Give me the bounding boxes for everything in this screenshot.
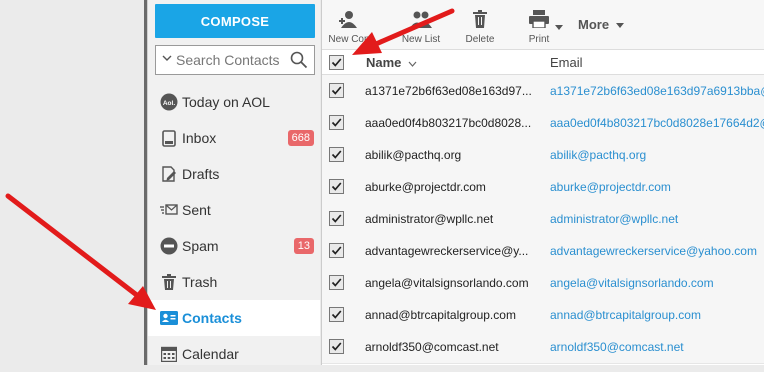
select-all-checkbox[interactable]	[329, 55, 344, 70]
spam-icon	[160, 237, 178, 255]
contact-name: angela@vitalsignsorlando.com	[365, 276, 529, 290]
search-icon[interactable]	[290, 51, 308, 72]
table-row[interactable]: a1371e72b6f63ed08e163d97... a1371e72b6f6…	[322, 75, 764, 108]
more-button[interactable]: More	[578, 17, 624, 32]
table-header: Name Email	[322, 50, 764, 75]
left-pane	[0, 0, 144, 365]
contact-email-link[interactable]: abilik@pacthq.org	[550, 148, 764, 162]
spam-count-badge: 13	[293, 238, 314, 254]
table-row[interactable]: aaa0ed0f4b803217bc0d8028... aaa0ed0f4b80…	[322, 107, 764, 140]
print-button[interactable]: Print	[526, 6, 552, 45]
contact-email-link[interactable]: aburke@projectdr.com	[550, 180, 764, 194]
print-options-chevron-icon[interactable]	[555, 18, 563, 33]
row-checkbox[interactable]	[329, 243, 344, 258]
contact-name: advantagewreckerservice@y...	[365, 244, 529, 258]
trash-icon	[463, 6, 497, 28]
row-checkbox[interactable]	[329, 83, 344, 98]
toolbar: New Con New List Delete Print More	[322, 0, 764, 50]
search-input[interactable]	[176, 50, 286, 70]
svg-text:Aol.: Aol.	[163, 100, 175, 107]
row-checkbox[interactable]	[329, 179, 344, 194]
table-row[interactable]: advantagewreckerservice@y... advantagewr…	[322, 235, 764, 268]
sidebar-item-label: Contacts	[182, 310, 242, 326]
new-list-button[interactable]: New List	[398, 6, 444, 45]
contact-name: administrator@wpllc.net	[365, 212, 494, 226]
add-contact-icon	[327, 6, 371, 28]
contact-email-link[interactable]: annad@btrcapitalgroup.com	[550, 308, 764, 322]
chevron-down-icon[interactable]	[162, 54, 172, 65]
name-column-header[interactable]: Name	[366, 55, 417, 70]
row-checkbox[interactable]	[329, 339, 344, 354]
sidebar-item-label: Drafts	[182, 166, 220, 182]
contact-email-link[interactable]: arnoldf350@comcast.net	[550, 340, 764, 354]
sort-chevron-icon	[408, 61, 417, 67]
sidebar-item-inbox[interactable]: Inbox 668	[148, 120, 320, 156]
sidebar-item-drafts[interactable]: Drafts	[148, 156, 320, 192]
contact-email-link[interactable]: advantagewreckerservice@yahoo.com	[550, 244, 764, 258]
aol-icon: Aol.	[160, 93, 178, 111]
contact-email-link[interactable]: a1371e72b6f63ed08e163d97a6913bba@	[550, 84, 764, 98]
contact-name: abilik@pacthq.org	[365, 148, 462, 162]
chevron-down-icon	[615, 23, 624, 29]
sidebar-item-trash[interactable]: Trash	[148, 264, 320, 300]
contact-email-link[interactable]: administrator@wpllc.net	[550, 212, 764, 226]
unread-count-badge: 668	[287, 130, 314, 146]
sidebar-item-spam[interactable]: Spam 13	[148, 228, 320, 264]
table-row[interactable]: aburke@projectdr.com aburke@projectdr.co…	[322, 171, 764, 204]
row-checkbox[interactable]	[329, 147, 344, 162]
table-row[interactable]: annad@btrcapitalgroup.com annad@btrcapit…	[322, 299, 764, 332]
trash-icon	[160, 273, 178, 291]
sidebar: COMPOSE Aol. Today on AOL Inbox 668 Draf…	[148, 0, 320, 365]
inbox-icon	[160, 129, 178, 147]
row-checkbox[interactable]	[329, 307, 344, 322]
contact-name: annad@btrcapitalgroup.com	[365, 308, 516, 322]
contacts-icon	[160, 309, 178, 327]
printer-icon	[526, 6, 552, 28]
sidebar-item-label: Inbox	[182, 130, 217, 146]
contact-name: aburke@projectdr.com	[365, 180, 486, 194]
sidebar-item-label: Spam	[182, 238, 219, 254]
sidebar-item-label: Today on AOL	[182, 94, 270, 110]
table-row[interactable]: administrator@wpllc.net administrator@wp…	[322, 203, 764, 236]
delete-button[interactable]: Delete	[463, 6, 497, 45]
search-box[interactable]	[155, 45, 315, 75]
sidebar-item-label: Sent	[182, 202, 211, 218]
calendar-icon	[160, 345, 178, 363]
contact-name: aaa0ed0f4b803217bc0d8028...	[365, 116, 532, 130]
sidebar-item-label: Calendar	[182, 346, 239, 362]
table-row[interactable]: arnoldf350@comcast.net arnoldf350@comcas…	[322, 331, 764, 364]
table-row[interactable]: angela@vitalsignsorlando.com angela@vita…	[322, 267, 764, 300]
row-checkbox[interactable]	[329, 275, 344, 290]
drafts-icon	[160, 165, 178, 183]
row-checkbox[interactable]	[329, 115, 344, 130]
sidebar-item-contacts[interactable]: Contacts	[148, 300, 320, 336]
sidebar-item-label: Trash	[182, 274, 218, 290]
sidebar-item-calendar[interactable]: Calendar	[148, 336, 320, 372]
sent-icon	[160, 201, 178, 219]
contact-name: a1371e72b6f63ed08e163d97...	[365, 84, 532, 98]
table-row[interactable]: abilik@pacthq.org abilik@pacthq.org	[322, 139, 764, 172]
contact-name: arnoldf350@comcast.net	[365, 340, 499, 354]
sidebar-item-today-on-aol[interactable]: Aol. Today on AOL	[148, 84, 320, 120]
email-column-header[interactable]: Email	[550, 55, 583, 70]
row-checkbox[interactable]	[329, 211, 344, 226]
compose-button[interactable]: COMPOSE	[155, 4, 315, 38]
contact-email-link[interactable]: aaa0ed0f4b803217bc0d8028e17664d2@	[550, 116, 764, 130]
contacts-pane: New Con New List Delete Print More Name …	[321, 0, 764, 365]
new-list-icon	[398, 6, 444, 28]
new-contact-button[interactable]: New Con	[327, 6, 371, 45]
sidebar-item-sent[interactable]: Sent	[148, 192, 320, 228]
contact-email-link[interactable]: angela@vitalsignsorlando.com	[550, 276, 764, 290]
